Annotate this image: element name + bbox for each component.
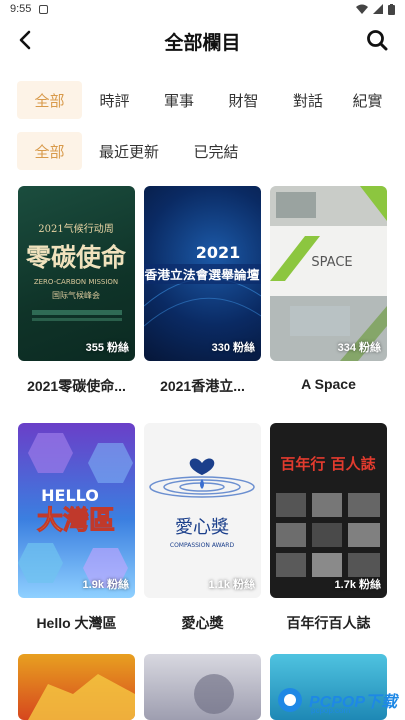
thumbnail-headline: 大灣區 (37, 506, 115, 536)
program-thumbnail[interactable] (144, 654, 261, 720)
filter-recently-updated[interactable]: 最近更新 (82, 132, 176, 170)
status-icons (356, 3, 395, 15)
fans-count: 334 粉絲 (337, 342, 381, 354)
tab-dialogue[interactable]: 對話 (276, 81, 340, 119)
fans-count: 355 粉絲 (85, 342, 129, 354)
thumbnail-headline: SPACE (311, 255, 352, 270)
program-thumbnail[interactable]: 2021 香港立法會選舉論壇 330 粉絲 (144, 186, 261, 361)
thumbnail-english: ZERO-CARBON MISSION (34, 278, 118, 286)
wifi-icon (356, 4, 368, 14)
search-icon[interactable] (365, 28, 389, 52)
thumbnail-headline: 愛心獎 (175, 517, 229, 538)
thumbnail-headline: 零碳使命 (25, 243, 127, 272)
thumbnail-headline: 百年行 百人誌 (280, 455, 375, 473)
filter-all[interactable]: 全部 (17, 132, 82, 170)
thumbnail-subtitle: 2021气候行动周 (38, 222, 113, 235)
program-thumbnail[interactable]: HELLO 大灣區 1.9k 粉絲 (18, 423, 135, 598)
heart-icon (189, 458, 215, 475)
category-tabs: 全部 時評 軍事 財智 對話 紀實 (17, 81, 395, 119)
thumbnail-art: HELLO 大灣區 (18, 433, 133, 588)
watermark-logo: PCPOP下载 pcpop.com (275, 680, 405, 720)
thumbnail-english: HELLO (41, 486, 99, 505)
fans-count: 330 粉絲 (211, 342, 255, 354)
status-bar: 9:55 (0, 0, 405, 18)
program-thumbnail[interactable]: 愛心獎 COMPASSION AWARD 1.1k 粉絲 (144, 423, 261, 598)
back-arrow-icon[interactable] (14, 28, 38, 52)
watermark-subtext: pcpop.com (311, 706, 351, 715)
thumbnail-art: 百年行 百人誌 (276, 455, 380, 577)
filter-completed[interactable]: 已完結 (176, 132, 256, 170)
thumbnail-art: 2021 香港立法會選舉論壇 (144, 243, 261, 327)
thumbnail-art: 愛心獎 COMPASSION AWARD (149, 458, 255, 549)
program-title: 百年行百人誌 (286, 615, 371, 631)
fans-count: 1.1k 粉絲 (208, 579, 255, 591)
tab-military[interactable]: 軍事 (147, 81, 211, 119)
thumbnail-headline: 香港立法會選舉論壇 (144, 267, 260, 282)
notification-icon (39, 4, 49, 14)
program-thumbnail[interactable] (18, 654, 135, 720)
thumbnail-bottom: 国际气候峰会 (52, 290, 100, 300)
program-thumbnail[interactable]: 2021气候行动周 零碳使命 ZERO-CARBON MISSION 国际气候峰… (18, 186, 135, 361)
filter-row: 全部 最近更新 已完結 (17, 132, 256, 170)
thumbnail-art (194, 674, 234, 714)
thumbnail-year: 2021 (196, 243, 241, 262)
thumbnail-art (28, 674, 135, 720)
thumbnail-art: 2021气候行动周 零碳使命 ZERO-CARBON MISSION 国际气候峰… (25, 222, 127, 321)
program-thumbnail[interactable]: 百年行 百人誌 1.7k 粉絲 (270, 423, 387, 598)
header: 全部欄目 (0, 22, 405, 60)
signal-icon (373, 4, 383, 14)
program-title: 2021香港立... (160, 378, 245, 394)
thumbnail-english: COMPASSION AWARD (170, 542, 235, 549)
program-title: 2021零碳使命... (27, 378, 126, 394)
tab-finance[interactable]: 財智 (211, 81, 276, 119)
fans-count: 1.9k 粉絲 (82, 579, 129, 591)
tab-commentary[interactable]: 時評 (82, 81, 147, 119)
watermark-logo-icon (278, 688, 302, 712)
battery-icon (388, 3, 395, 15)
page-title: 全部欄目 (164, 32, 241, 54)
tab-all[interactable]: 全部 (17, 81, 82, 119)
program-title: Hello 大灣區 (36, 615, 117, 631)
program-thumbnail[interactable]: SPACE 334 粉絲 (270, 186, 387, 361)
program-title: A Space (301, 376, 356, 392)
status-time: 9:55 (10, 3, 32, 15)
thumbnail-art: SPACE (270, 186, 387, 361)
fans-count: 1.7k 粉絲 (334, 579, 381, 591)
program-title: 愛心獎 (181, 615, 224, 631)
tab-documentary[interactable]: 紀實 (340, 81, 395, 119)
